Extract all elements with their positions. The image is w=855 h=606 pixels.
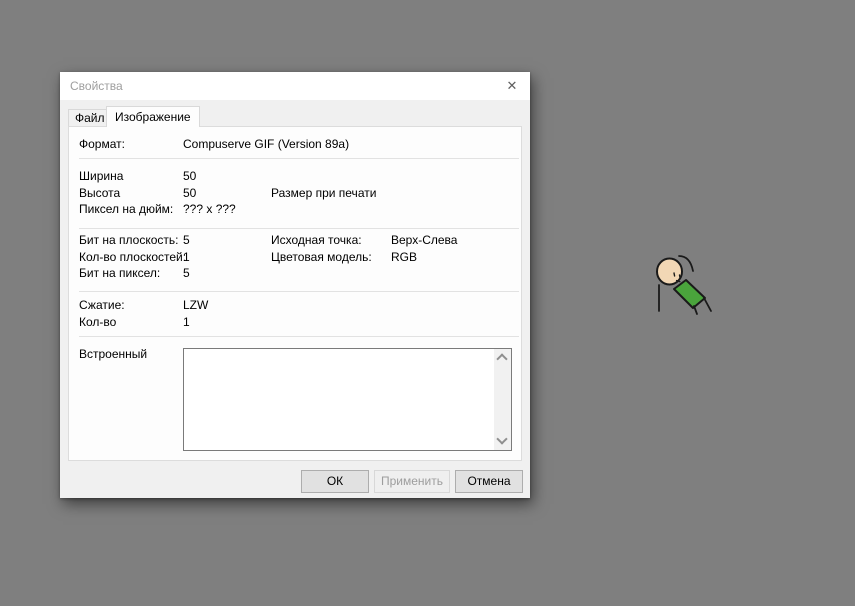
width-label: Ширина <box>79 169 124 183</box>
compression-value: LZW <box>183 298 209 312</box>
image-tab-panel: Формат: Compuserve GIF (Version 89a) Шир… <box>68 126 522 461</box>
scroll-up-button[interactable] <box>494 349 511 366</box>
print-size-label: Размер при печати <box>271 186 377 200</box>
embedded-label: Встроенный <box>79 347 148 361</box>
format-value: Compuserve GIF (Version 89a) <box>183 137 350 151</box>
plane-count-label: Кол-во плоскостей: <box>79 250 187 264</box>
tab-file-label: Файл <box>75 111 105 125</box>
close-icon[interactable]: ✕ <box>501 77 523 95</box>
separator <box>79 228 519 229</box>
count-label: Кол-во <box>79 315 117 329</box>
height-value: 50 <box>183 186 197 200</box>
tab-image-label: Изображение <box>115 110 191 124</box>
tab-file[interactable]: Файл <box>68 109 112 127</box>
origin-value: Верх-Слева <box>391 233 458 247</box>
dialog-titlebar[interactable]: Свойства ✕ <box>60 72 530 100</box>
separator <box>79 336 519 337</box>
ok-button[interactable]: ОК <box>301 470 369 493</box>
color-model-value: RGB <box>391 250 418 264</box>
bits-per-pixel-value: 5 <box>183 266 190 280</box>
bits-per-plane-value: 5 <box>183 233 190 247</box>
color-model-label: Цветовая модель: <box>271 250 372 264</box>
embedded-textarea[interactable] <box>183 348 512 451</box>
tab-image[interactable]: Изображение <box>106 106 200 127</box>
separator <box>79 291 519 292</box>
height-label: Высота <box>79 186 121 200</box>
format-label: Формат: <box>79 137 125 151</box>
bits-per-pixel-label: Бит на пиксел: <box>79 266 161 280</box>
chevron-down-icon <box>496 433 508 445</box>
chevron-up-icon <box>496 353 508 365</box>
properties-dialog: Свойства ✕ Файл Изображение Формат: Comp… <box>60 72 530 498</box>
cancel-button[interactable]: Отмена <box>455 470 523 493</box>
compression-label: Сжатие: <box>79 298 125 312</box>
apply-button[interactable]: Применить <box>374 470 450 493</box>
desktop-background: Свойства ✕ Файл Изображение Формат: Comp… <box>0 0 855 606</box>
origin-label: Исходная точка: <box>271 233 362 247</box>
bits-per-plane-label: Бит на плоскость: <box>79 233 179 247</box>
dpi-label: Пиксел на дюйм: <box>79 202 174 216</box>
dpi-value: ??? x ??? <box>183 202 236 216</box>
plane-count-value: 1 <box>183 250 190 264</box>
count-value: 1 <box>183 315 190 329</box>
dialog-title: Свойства <box>70 79 123 93</box>
scroll-down-button[interactable] <box>494 433 511 450</box>
width-value: 50 <box>183 169 197 183</box>
separator <box>79 158 519 159</box>
vertical-scrollbar[interactable] <box>494 349 511 450</box>
stick-figure-character <box>656 255 712 315</box>
